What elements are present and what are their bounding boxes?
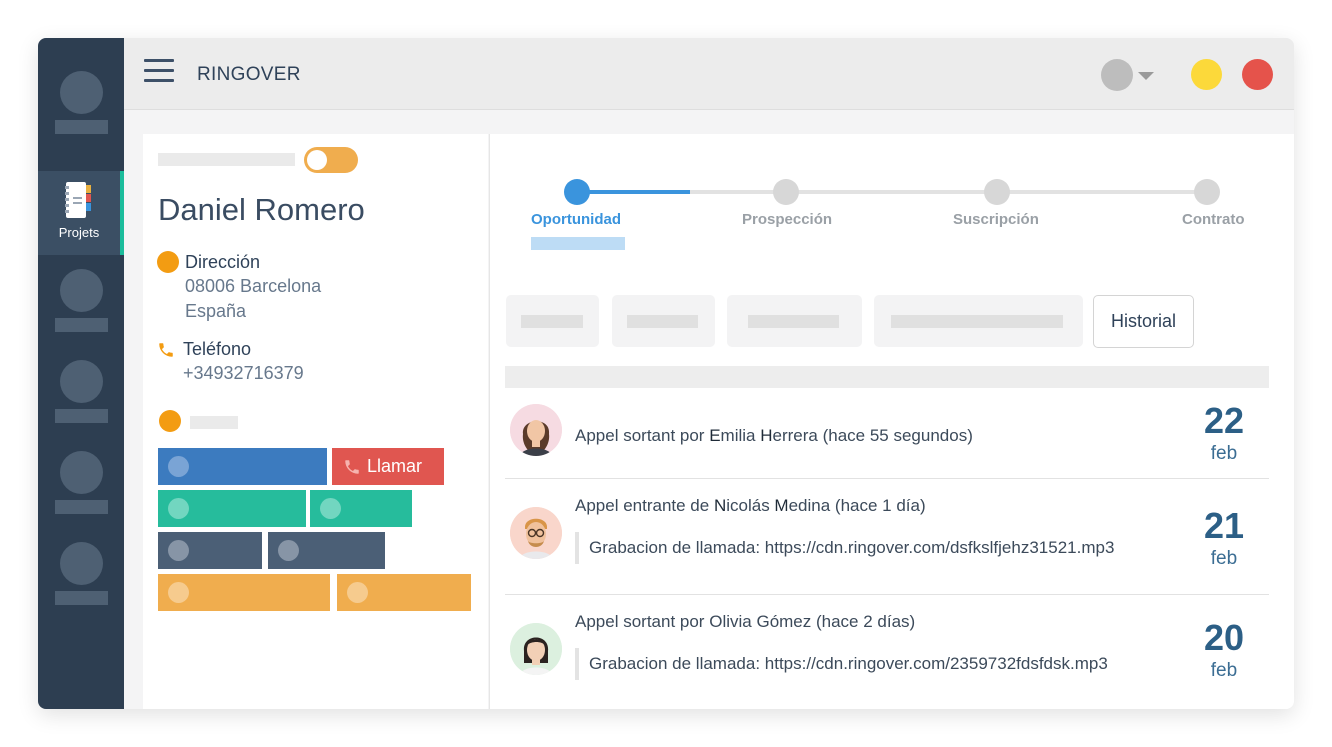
rail-avatar-placeholder — [60, 71, 103, 114]
history-entry[interactable]: Appel entrante de Nicolás Medina (hace 1… — [505, 479, 1269, 594]
tab-placeholder-2[interactable] — [612, 295, 715, 347]
step-label-prospeccion[interactable]: Prospección — [742, 211, 832, 228]
rail-active-indicator — [120, 171, 124, 255]
action-block-teal-1[interactable] — [158, 490, 306, 527]
action-block-blue[interactable] — [158, 448, 327, 485]
block-dot — [347, 582, 368, 603]
rail-item-label: Projets — [58, 225, 100, 240]
block-dot — [168, 498, 189, 519]
tab-label-placeholder — [748, 315, 839, 328]
phone-icon — [345, 460, 359, 474]
action-block-orange-1[interactable] — [158, 574, 330, 611]
block-dot — [168, 456, 189, 477]
action-block-orange-2[interactable] — [337, 574, 471, 611]
history-date-month: feb — [1210, 548, 1238, 569]
top-header: RINGOVER — [124, 38, 1294, 110]
rail-label-placeholder — [55, 120, 108, 134]
minimize-button[interactable] — [1191, 59, 1222, 90]
phone-label: Teléfono — [183, 339, 252, 359]
rail-label-placeholder — [55, 318, 108, 332]
brand-logo: RINGOVER — [197, 64, 301, 85]
history-entry-text: Appel entrante de Nicolás Medina (hace 1… — [575, 496, 926, 515]
step-dot-oportunidad[interactable] — [564, 179, 590, 205]
recording-link[interactable]: Grabacion de llamada: https://cdn.ringov… — [575, 648, 1108, 680]
rail-label-placeholder — [55, 409, 108, 423]
contact-name: Daniel Romero — [158, 192, 365, 227]
tab-historial[interactable]: Historial — [1093, 295, 1194, 348]
recording-link[interactable]: Grabacion de llamada: https://cdn.ringov… — [575, 532, 1114, 564]
history-date-day: 22 — [1203, 400, 1245, 441]
nav-rail: Projets — [38, 38, 124, 709]
step-active-underline — [531, 237, 625, 250]
history-entry[interactable]: Appel sortant por Olivia Gómez (hace 2 d… — [505, 595, 1269, 709]
rail-item-placeholder-4[interactable] — [38, 451, 124, 541]
history-date-month: feb — [1210, 443, 1238, 464]
tab-placeholder-1[interactable] — [506, 295, 599, 347]
call-button-label: Llamar — [367, 456, 423, 476]
step-label-suscripcion[interactable]: Suscripción — [953, 211, 1039, 228]
block-dot — [168, 540, 189, 561]
notebook-icon — [65, 182, 91, 218]
rail-item-placeholder-3[interactable] — [38, 360, 124, 450]
rail-item-placeholder-1[interactable] — [38, 71, 124, 161]
user-menu[interactable] — [1101, 59, 1159, 91]
menu-icon[interactable] — [144, 59, 174, 83]
rail-avatar-placeholder — [60, 542, 103, 585]
block-dot — [168, 582, 189, 603]
tab-label-placeholder — [627, 315, 698, 328]
step-progress-line — [576, 190, 690, 194]
history-date-day: 20 — [1203, 617, 1245, 658]
step-dot-suscripcion[interactable] — [984, 179, 1010, 205]
address-line2: España — [185, 301, 247, 321]
call-button[interactable]: Llamar — [332, 448, 444, 485]
history-date-month: feb — [1210, 660, 1238, 681]
rail-item-placeholder-2[interactable] — [38, 269, 124, 359]
toggle-knob — [307, 150, 327, 170]
tab-label-placeholder — [891, 315, 1063, 328]
step-label-contrato[interactable]: Contrato — [1182, 211, 1245, 228]
step-dot-contrato[interactable] — [1194, 179, 1220, 205]
contact-avatar — [510, 404, 562, 456]
contact-panel: Daniel Romero Dirección 08006 Barcelona … — [143, 134, 488, 709]
address-line1: 08006 Barcelona — [185, 276, 322, 296]
rail-avatar-placeholder — [60, 360, 103, 403]
history-date-day: 21 — [1203, 505, 1245, 546]
phone-icon — [159, 343, 173, 357]
action-block-slate-1[interactable] — [158, 532, 262, 569]
history-entry-text: Appel sortant por Emilia Herrera (hace 5… — [575, 426, 973, 445]
step-label-oportunidad[interactable]: Oportunidad — [531, 211, 621, 228]
user-avatar — [1101, 59, 1133, 91]
text-placeholder — [190, 416, 238, 429]
status-dot-icon — [159, 410, 181, 432]
block-dot — [278, 540, 299, 561]
step-track-line — [690, 190, 1208, 194]
history-entry[interactable]: Appel sortant por Emilia Herrera (hace 5… — [505, 390, 1269, 478]
step-dot-prospeccion[interactable] — [773, 179, 799, 205]
tab-placeholder-4[interactable] — [874, 295, 1083, 347]
app-window: Projets RINGOVER Daniel Romero Dirección… — [38, 38, 1294, 709]
tab-placeholder-3[interactable] — [727, 295, 862, 347]
close-button[interactable] — [1242, 59, 1273, 90]
tab-label-placeholder — [521, 315, 583, 328]
history-entry-text: Appel sortant por Olivia Gómez (hace 2 d… — [575, 612, 916, 631]
phone-number[interactable]: +34932716379 — [183, 363, 304, 384]
rail-avatar-placeholder — [60, 451, 103, 494]
action-block-teal-2[interactable] — [310, 490, 412, 527]
block-dot — [320, 498, 341, 519]
rail-label-placeholder — [55, 500, 108, 514]
contact-avatar — [510, 623, 562, 675]
status-toggle[interactable] — [304, 147, 358, 173]
detail-panel: Oportunidad Prospección Suscripción Cont… — [489, 134, 1294, 709]
text-placeholder — [158, 153, 295, 166]
rail-item-placeholder-5[interactable] — [38, 542, 124, 632]
address-label: Dirección — [185, 252, 261, 272]
address-dot-icon — [157, 251, 179, 273]
chevron-down-icon — [1138, 72, 1154, 80]
rail-item-projets[interactable]: Projets — [38, 171, 124, 255]
action-block-slate-2[interactable] — [268, 532, 385, 569]
history-header-bar — [505, 366, 1269, 388]
contact-avatar — [510, 507, 562, 559]
rail-label-placeholder — [55, 591, 108, 605]
rail-avatar-placeholder — [60, 269, 103, 312]
